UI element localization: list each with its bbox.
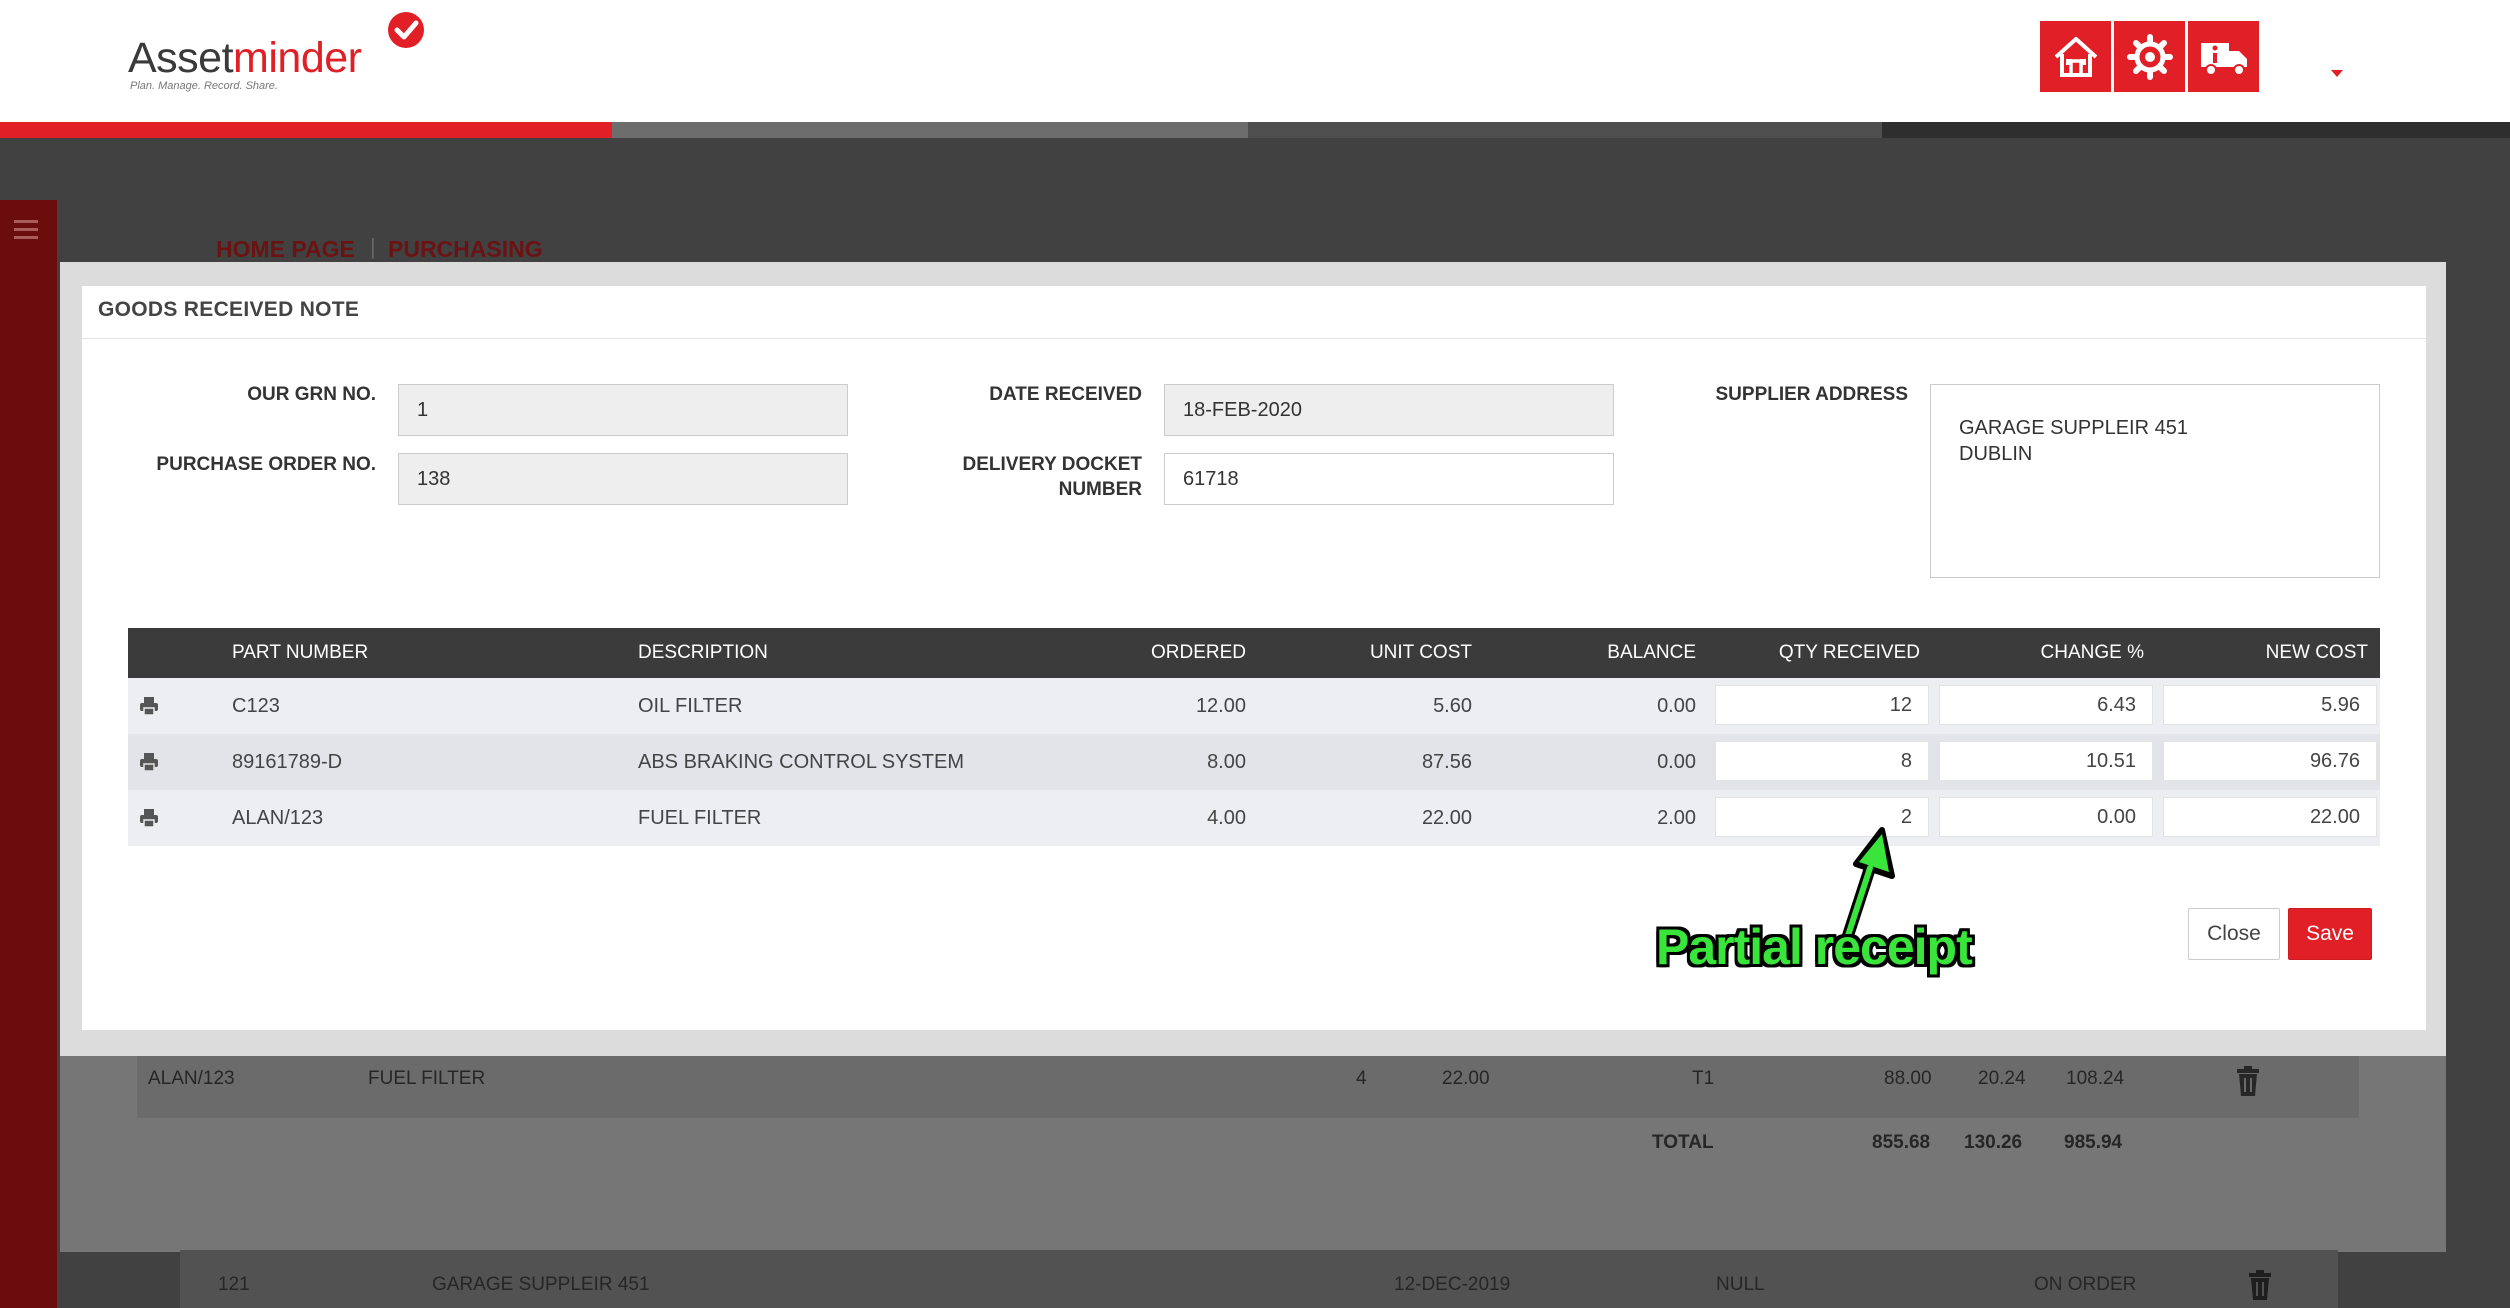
header-stripe-red xyxy=(0,122,612,138)
date-received-field[interactable]: 18-FEB-2020 xyxy=(1164,384,1614,436)
close-button[interactable]: Close xyxy=(2188,908,2280,960)
goods-received-note-modal: GOODS RECEIVED NOTE OUR GRN NO. 1 PURCHA… xyxy=(82,286,2426,1030)
partial-receipt-annotation: Partial receipt xyxy=(1656,919,1973,975)
purchase-order-field[interactable]: 138 xyxy=(398,453,848,505)
header-stripe-grey xyxy=(612,122,1248,138)
gear-icon xyxy=(2126,33,2173,80)
cell-balance: 2.00 xyxy=(1657,807,1696,829)
delivery-docket-label-line2: NUMBER xyxy=(1058,479,1142,500)
delivery-docket-label: DELIVERY DOCKET NUMBER xyxy=(782,452,1142,502)
top-header: Assetminder Plan. Manage. Record. Share. xyxy=(0,0,2510,122)
save-button[interactable]: Save xyxy=(2288,908,2372,960)
cell-part-number: 89161789-D xyxy=(232,751,343,773)
new-cost-input[interactable]: 96.76 xyxy=(2163,741,2377,781)
bg-order-field: NULL xyxy=(1716,1274,1765,1295)
printer-icon[interactable] xyxy=(139,808,159,828)
cell-description: FUEL FILTER xyxy=(638,807,762,829)
change-percent-input[interactable]: 10.51 xyxy=(1939,741,2153,781)
new-cost-input[interactable]: 5.96 xyxy=(2163,685,2377,725)
bg-line-net: 88.00 xyxy=(1884,1068,1932,1089)
bg-total-label: TOTAL xyxy=(1652,1132,1714,1153)
modal-divider xyxy=(82,338,2426,339)
cell-ordered: 12.00 xyxy=(1195,695,1246,717)
breadcrumb-home[interactable]: HOME PAGE xyxy=(216,236,355,263)
purchase-order-label: PURCHASE ORDER NO. xyxy=(156,454,376,475)
bg-line-tax-code: T1 xyxy=(1692,1068,1715,1089)
table-row: ALAN/123 FUEL FILTER 4.00 22.00 2.00 2 0… xyxy=(128,790,2380,846)
delivery-docket-label-line1: DELIVERY DOCKET xyxy=(962,454,1142,475)
cell-description: ABS BRAKING CONTROL SYSTEM xyxy=(638,751,964,773)
col-part-number: PART NUMBER xyxy=(232,642,369,663)
logo-wordmark: Assetminder xyxy=(128,34,362,82)
col-new-cost: NEW COST xyxy=(2265,642,2368,663)
checkmark-icon xyxy=(388,12,424,48)
bg-line-unit-cost: 22.00 xyxy=(1442,1068,1490,1089)
bg-total-gross: 985.94 xyxy=(2064,1132,2123,1153)
bg-order-supplier: GARAGE SUPPLEIR 451 xyxy=(432,1274,650,1295)
modal-title: GOODS RECEIVED NOTE xyxy=(98,298,360,321)
cell-ordered: 4.00 xyxy=(1207,807,1246,829)
grn-lines-table: PART NUMBER DESCRIPTION ORDERED UNIT COS… xyxy=(128,628,2380,846)
supplier-address-label: SUPPLIER ADDRESS xyxy=(1715,384,1909,405)
bg-line-part: ALAN/123 xyxy=(148,1068,235,1089)
bg-total-vat: 130.26 xyxy=(1964,1132,2023,1153)
printer-icon[interactable] xyxy=(139,752,159,772)
change-percent-input[interactable]: 0.00 xyxy=(1939,797,2153,837)
bg-order-id: 121 xyxy=(218,1274,250,1295)
change-percent-input[interactable]: 6.43 xyxy=(1939,685,2153,725)
bg-line-qty: 4 xyxy=(1356,1068,1367,1089)
hamburger-menu-icon[interactable] xyxy=(14,220,38,244)
date-received-label: DATE RECEIVED xyxy=(989,384,1142,405)
col-description: DESCRIPTION xyxy=(638,642,768,663)
bg-line-gross: 108.24 xyxy=(2066,1068,2125,1089)
col-unit-cost: UNIT COST xyxy=(1369,642,1472,663)
bg-line-description: FUEL FILTER xyxy=(368,1068,486,1089)
cell-description: OIL FILTER xyxy=(638,695,743,717)
table-row: C123 OIL FILTER 12.00 5.60 0.00 12 6.43 … xyxy=(128,678,2380,734)
cell-balance: 0.00 xyxy=(1657,751,1696,773)
col-balance: BALANCE xyxy=(1607,642,1696,663)
new-cost-input[interactable]: 22.00 xyxy=(2163,797,2377,837)
qty-received-input[interactable]: 8 xyxy=(1715,741,1929,781)
col-qty-received: QTY RECEIVED xyxy=(1778,642,1920,663)
settings-button[interactable] xyxy=(2114,21,2185,92)
grn-number-label: OUR GRN NO. xyxy=(247,384,376,405)
table-row: 89161789-D ABS BRAKING CONTROL SYSTEM 8.… xyxy=(128,734,2380,790)
table-header: PART NUMBER DESCRIPTION ORDERED UNIT COS… xyxy=(128,628,2380,678)
col-ordered: ORDERED xyxy=(1150,642,1246,663)
cell-unit-cost: 87.56 xyxy=(1421,751,1472,773)
logo-tagline: Plan. Manage. Record. Share. xyxy=(130,80,278,92)
assetminder-logo[interactable]: Assetminder Plan. Manage. Record. Share. xyxy=(128,12,448,96)
breadcrumb-separator: | xyxy=(370,234,376,259)
vehicle-info-button[interactable] xyxy=(2188,21,2259,92)
cell-part-number: ALAN/123 xyxy=(232,807,324,829)
bg-order-date: 12-DEC-2019 xyxy=(1394,1274,1511,1295)
supplier-address-box[interactable]: GARAGE SUPPLEIR 451 DUBLIN xyxy=(1930,384,2380,578)
cell-balance: 0.00 xyxy=(1657,695,1696,717)
trash-icon[interactable] xyxy=(2236,1066,2260,1096)
cell-unit-cost: 22.00 xyxy=(1421,807,1472,829)
cell-ordered: 8.00 xyxy=(1207,751,1246,773)
col-change-percent: CHANGE % xyxy=(2040,642,2144,663)
sidebar xyxy=(0,200,57,1308)
home-icon xyxy=(2054,36,2097,77)
truck-info-icon xyxy=(2200,42,2247,76)
breadcrumb-purchasing[interactable]: PURCHASING xyxy=(388,236,543,263)
cell-unit-cost: 5.60 xyxy=(1433,695,1472,717)
home-button[interactable] xyxy=(2040,21,2111,92)
delivery-docket-field[interactable]: 61718 xyxy=(1164,453,1614,505)
supplier-address-line1: GARAGE SUPPLEIR 451 xyxy=(1959,417,2188,439)
bg-order-status: ON ORDER xyxy=(2034,1274,2137,1295)
qty-received-input[interactable]: 12 xyxy=(1715,685,1929,725)
bg-total-net: 855.68 xyxy=(1872,1132,1931,1153)
user-menu-caret-icon[interactable] xyxy=(2331,70,2343,77)
printer-icon[interactable] xyxy=(139,696,159,716)
grn-number-field[interactable]: 1 xyxy=(398,384,848,436)
bg-line-vat: 20.24 xyxy=(1978,1068,2026,1089)
cell-part-number: C123 xyxy=(232,695,280,717)
supplier-address-line2: DUBLIN xyxy=(1959,443,2033,465)
trash-icon[interactable] xyxy=(2248,1270,2272,1300)
header-stripe-dark xyxy=(1882,122,2510,138)
header-stripe-mid xyxy=(1248,122,1882,138)
